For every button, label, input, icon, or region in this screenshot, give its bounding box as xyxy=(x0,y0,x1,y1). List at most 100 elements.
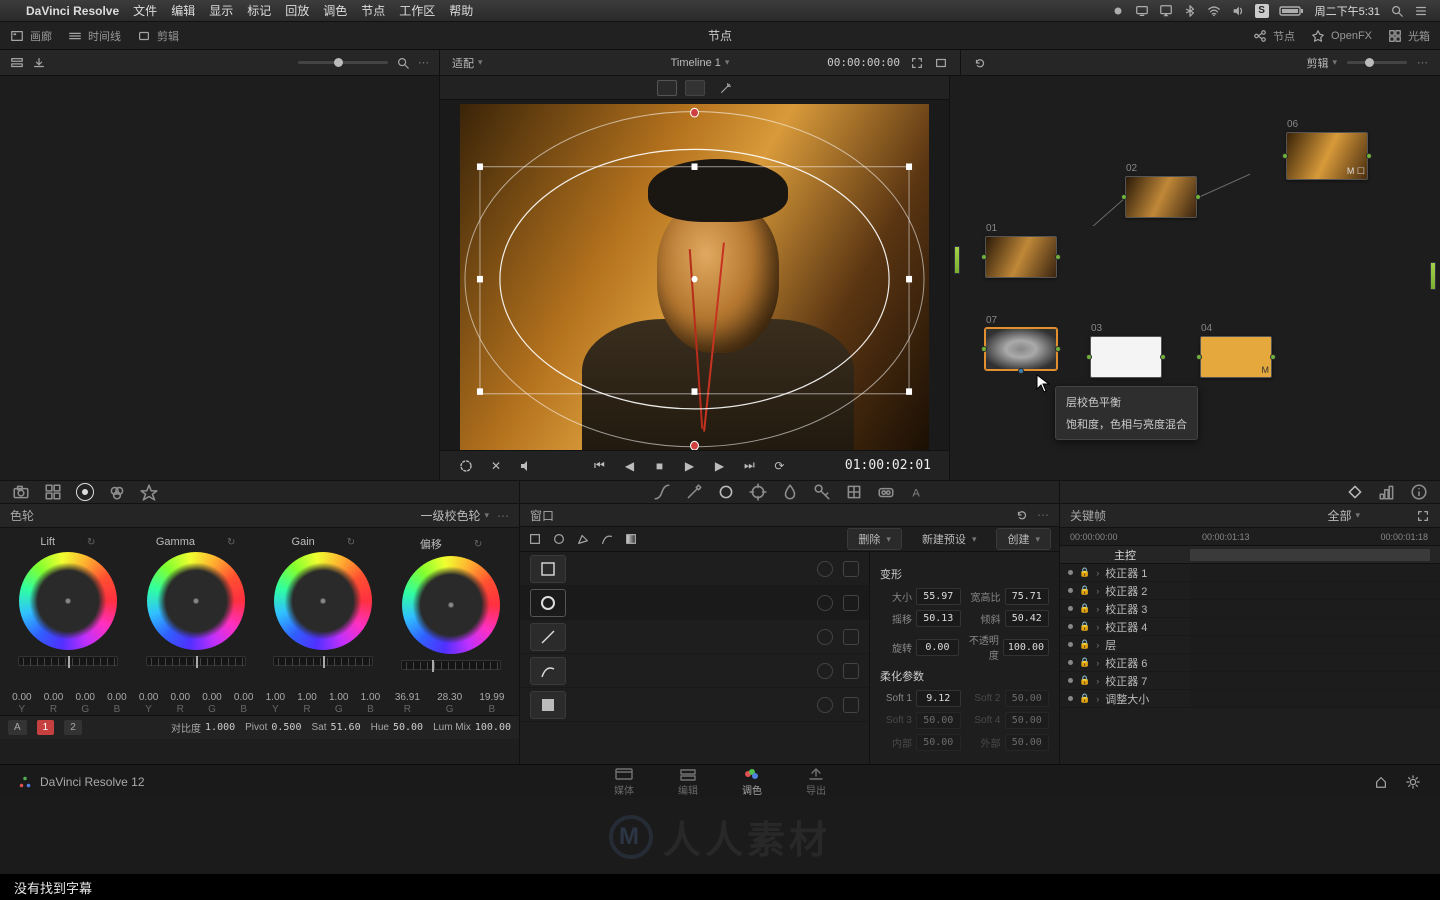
step-back-icon[interactable]: ◀ xyxy=(621,458,637,474)
wheels-options-icon[interactable]: ⋯ xyxy=(497,509,509,523)
project-settings-icon[interactable] xyxy=(1406,775,1420,789)
curves-icon[interactable] xyxy=(653,483,671,501)
lock-icon[interactable]: 🔒 xyxy=(1079,603,1090,614)
node-reset-icon[interactable] xyxy=(973,56,987,70)
timeline-toggle[interactable]: 时间线 xyxy=(68,28,121,44)
kf-track[interactable] xyxy=(1190,564,1440,581)
lock-icon[interactable]: 🔒 xyxy=(1079,585,1090,596)
window-row-poly[interactable] xyxy=(520,620,869,654)
node-04[interactable]: 04M xyxy=(1200,336,1272,378)
spotlight-icon[interactable] xyxy=(1390,4,1404,18)
status-bluetooth-icon[interactable] xyxy=(1183,4,1197,18)
status-clock[interactable]: 周二下午5:31 xyxy=(1315,3,1380,19)
openfx-toggle[interactable]: OpenFX xyxy=(1311,29,1372,43)
kf-row[interactable]: 🔒›校正器 3 xyxy=(1060,600,1440,618)
status-display-icon[interactable] xyxy=(1135,4,1149,18)
rect-shape-icon[interactable] xyxy=(530,555,566,583)
sizing-icon[interactable] xyxy=(845,483,863,501)
node-03[interactable]: 03 xyxy=(1090,336,1162,378)
circle-shape-icon[interactable] xyxy=(530,589,566,617)
prop-soft1[interactable]: 9.12 xyxy=(916,690,961,707)
jog-lift[interactable] xyxy=(18,656,118,666)
viewer-mode-mask-icon[interactable] xyxy=(685,80,705,96)
wheel-reset-icon[interactable]: ↻ xyxy=(347,537,355,548)
tab-deliver[interactable]: 导出 xyxy=(806,767,826,797)
readout-A-button[interactable]: A xyxy=(8,720,27,735)
status-battery-icon[interactable] xyxy=(1279,4,1305,18)
kf-row[interactable]: 🔒›调整大小 xyxy=(1060,690,1440,708)
gallery-options-icon[interactable]: ⋯ xyxy=(418,56,429,69)
window-options-icon[interactable]: ⋯ xyxy=(1037,508,1049,522)
viewer-single-icon[interactable] xyxy=(934,56,948,70)
row-mask-toggle[interactable] xyxy=(817,629,833,645)
keyframes-icon[interactable] xyxy=(1346,483,1364,501)
row-mask-toggle[interactable] xyxy=(817,561,833,577)
node-graph-pane[interactable]: 01 02 06M ☐ 07 03 04M 层校色平衡 饱和度，色相与亮度混合 xyxy=(950,76,1440,480)
bypass-icon[interactable] xyxy=(458,458,474,474)
wheels-mode-dropdown[interactable]: 一级校色轮 xyxy=(420,507,489,524)
viewer-canvas[interactable] xyxy=(460,104,929,450)
lock-icon[interactable]: 🔒 xyxy=(1079,675,1090,686)
menu-workspace[interactable]: 工作区 xyxy=(399,2,435,19)
prop-opacity[interactable]: 100.00 xyxy=(1003,639,1049,656)
shape-circle-icon[interactable] xyxy=(552,532,566,546)
lock-icon[interactable]: 🔒 xyxy=(1079,657,1090,668)
stop-icon[interactable]: ■ xyxy=(651,458,667,474)
row-invert-toggle[interactable] xyxy=(843,629,859,645)
sort-icon[interactable] xyxy=(10,56,24,70)
viewer-fit-dropdown[interactable]: 适配 xyxy=(452,55,483,71)
prop-size[interactable]: 55.97 xyxy=(916,588,961,605)
status-record-icon[interactable] xyxy=(1111,4,1125,18)
shape-curve-icon[interactable] xyxy=(600,532,614,546)
menu-color[interactable]: 调色 xyxy=(323,2,347,19)
camera-raw-icon[interactable] xyxy=(12,483,30,501)
nodes-toggle[interactable]: 节点 xyxy=(1253,28,1295,44)
line-shape-icon[interactable] xyxy=(530,623,566,651)
motion-effects-icon[interactable] xyxy=(140,483,158,501)
goto-end-icon[interactable]: ⏭ xyxy=(741,458,757,474)
wheel-reset-icon[interactable]: ↻ xyxy=(227,537,235,548)
kf-enable-dot[interactable] xyxy=(1068,570,1073,575)
jog-偏移[interactable] xyxy=(401,660,501,670)
tab-edit[interactable]: 编辑 xyxy=(678,767,698,797)
window-create-button[interactable]: 创建 xyxy=(996,528,1051,550)
shape-gradient-icon[interactable] xyxy=(624,532,638,546)
power-windows-icon[interactable] xyxy=(717,483,735,501)
node-06[interactable]: 06M ☐ xyxy=(1286,132,1368,180)
window-delete-button[interactable]: 删除 xyxy=(847,528,902,550)
loop-icon[interactable]: ⟳ xyxy=(771,458,787,474)
wheel-reset-icon[interactable]: ↻ xyxy=(87,537,95,548)
info-icon[interactable] xyxy=(1410,483,1428,501)
kf-expand-icon[interactable] xyxy=(1416,509,1430,523)
timeline-name-dropdown[interactable]: Timeline 1 xyxy=(671,57,730,69)
notification-center-icon[interactable] xyxy=(1414,4,1428,18)
color-wheel-lift[interactable] xyxy=(19,552,117,650)
menu-edit[interactable]: 编辑 xyxy=(171,2,195,19)
kf-track[interactable] xyxy=(1190,690,1440,707)
playhead-timecode[interactable]: 01:00:02:01 xyxy=(845,458,931,473)
status-volume-icon[interactable] xyxy=(1231,4,1245,18)
lock-icon[interactable]: 🔒 xyxy=(1079,639,1090,650)
color-wheel-gain[interactable] xyxy=(274,552,372,650)
color-wheels-icon[interactable] xyxy=(76,483,94,501)
tab-color[interactable]: 调色 xyxy=(742,767,762,797)
thumbnail-size-slider[interactable] xyxy=(298,61,388,64)
kf-track[interactable] xyxy=(1190,672,1440,689)
status-app-icon[interactable]: S xyxy=(1255,4,1269,18)
app-name[interactable]: DaVinci Resolve xyxy=(26,4,119,18)
shape-polygon-icon[interactable] xyxy=(576,532,590,546)
kf-row[interactable]: 🔒›校正器 6 xyxy=(1060,654,1440,672)
prop-rotate[interactable]: 0.00 xyxy=(916,639,959,656)
menu-node[interactable]: 节点 xyxy=(361,2,385,19)
node-clip-dropdown[interactable]: 剪辑 xyxy=(1306,55,1337,71)
kf-row[interactable]: 🔒›校正器 2 xyxy=(1060,582,1440,600)
kf-row[interactable]: 🔒›校正器 7 xyxy=(1060,672,1440,690)
color-wheel-偏移[interactable] xyxy=(402,556,500,654)
prop-aspect[interactable]: 75.71 xyxy=(1005,588,1050,605)
tracker-icon[interactable] xyxy=(749,483,767,501)
chevron-right-icon[interactable]: › xyxy=(1096,586,1099,596)
kf-track[interactable] xyxy=(1190,582,1440,599)
chevron-right-icon[interactable]: › xyxy=(1096,640,1099,650)
row-invert-toggle[interactable] xyxy=(843,561,859,577)
prop-pan[interactable]: 50.13 xyxy=(916,610,961,627)
